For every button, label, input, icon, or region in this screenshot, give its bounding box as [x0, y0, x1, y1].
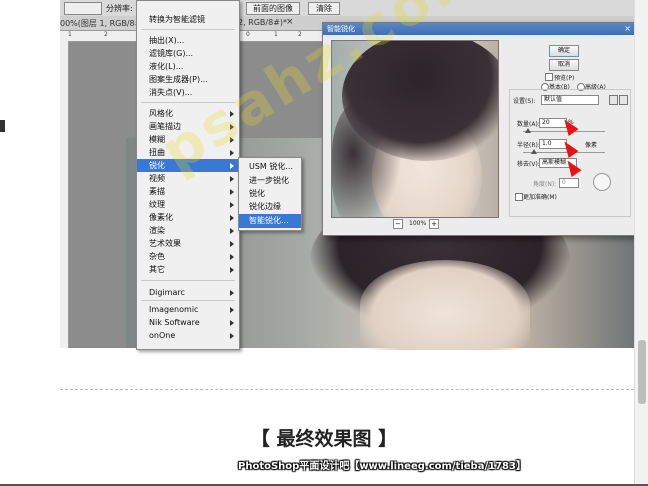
- submenu-item-usm-sharpen[interactable]: USM 锐化...: [239, 160, 301, 174]
- photo-face: [360, 260, 530, 350]
- radius-unit: 像素: [585, 142, 598, 149]
- menu-separator: [141, 300, 235, 301]
- submenu-item-sharpen[interactable]: 锐化: [239, 187, 301, 201]
- submenu-arrow-icon: [230, 228, 234, 234]
- submenu-arrow-icon: [230, 176, 234, 182]
- front-image-button[interactable]: 前面的图像: [246, 2, 300, 15]
- submenu-item-sharpen-more[interactable]: 进一步锐化: [239, 174, 301, 188]
- angle-input[interactable]: 0: [559, 178, 579, 188]
- preview-checkbox[interactable]: [545, 73, 553, 81]
- zoom-out-button[interactable]: −: [393, 219, 403, 229]
- menu-item-sketch[interactable]: 素描: [137, 185, 239, 198]
- close-tab-icon[interactable]: ×: [286, 17, 294, 27]
- amount-slider[interactable]: [523, 131, 605, 132]
- menu-item-texture[interactable]: 纹理: [137, 198, 239, 211]
- preview-label: 预览(P): [554, 75, 575, 82]
- radius-label: 半径(R):: [517, 142, 540, 149]
- menu-item-convert-smart[interactable]: 转换为智能滤镜: [137, 13, 239, 26]
- more-accurate-label: 更加准确(M): [523, 194, 557, 201]
- submenu-arrow-icon: [230, 202, 234, 208]
- ruler-tick: 1: [274, 31, 278, 38]
- tab-document-2[interactable]: 2, RGB/8#)*: [238, 18, 287, 27]
- dashed-divider: [60, 389, 634, 390]
- menu-item-noise[interactable]: 杂色: [137, 250, 239, 263]
- resolution-label: 分辨率:: [106, 4, 133, 13]
- menu-item-filter-gallery[interactable]: 滤镜库(G)...: [137, 47, 239, 60]
- cancel-button[interactable]: 取消: [549, 59, 579, 71]
- submenu-arrow-icon: [230, 215, 234, 221]
- menu-item-liquify[interactable]: 液化(L)...: [137, 60, 239, 73]
- menu-item-imagenomic[interactable]: Imagenomic: [137, 303, 239, 316]
- submenu-arrow-icon: [230, 163, 234, 169]
- amount-slider-knob[interactable]: [525, 128, 531, 133]
- remove-label: 移去(V):: [517, 161, 540, 168]
- more-accurate-checkbox[interactable]: [515, 193, 523, 201]
- submenu-arrow-icon: [230, 307, 234, 313]
- menu-item-onone[interactable]: onOne: [137, 329, 239, 342]
- menu-item-extract[interactable]: 抽出(X)...: [137, 34, 239, 47]
- zoom-level: 100%: [409, 220, 427, 227]
- submenu-item-smart-sharpen[interactable]: 智能锐化...: [239, 214, 301, 228]
- ok-button[interactable]: 确定: [549, 45, 579, 57]
- menu-item-nik-software[interactable]: Nik Software: [137, 316, 239, 329]
- ruler-tick: 1: [68, 31, 72, 38]
- resolution-field[interactable]: [64, 2, 102, 15]
- scrollbar-thumb[interactable]: [638, 340, 646, 404]
- preview-hair-side: [332, 101, 402, 217]
- submenu-arrow-icon: [230, 254, 234, 260]
- angle-dial[interactable]: [593, 173, 611, 191]
- site-watermark: PhotoShop平面设计吧【www.lineeg.com/tieba/1783…: [238, 461, 526, 472]
- menu-item-artistic[interactable]: 艺术效果: [137, 237, 239, 250]
- submenu-arrow-icon: [230, 241, 234, 247]
- sharpen-submenu: USM 锐化... 进一步锐化 锐化 锐化边缘 智能锐化...: [238, 157, 302, 231]
- submenu-arrow-icon: [230, 267, 234, 273]
- radius-slider-knob[interactable]: [531, 149, 537, 154]
- zoom-in-button[interactable]: +: [429, 219, 439, 229]
- submenu-arrow-icon: [230, 189, 234, 195]
- menu-separator: [141, 29, 235, 30]
- ruler-tick: 0: [246, 31, 250, 38]
- amount-label: 数量(A):: [517, 121, 540, 128]
- menu-item-pixelate[interactable]: 像素化: [137, 211, 239, 224]
- vertical-ruler: [60, 41, 69, 348]
- submenu-arrow-icon: [230, 333, 234, 339]
- section-heading: 【 最终效果图 】: [250, 428, 398, 450]
- menu-item-render[interactable]: 渲染: [137, 224, 239, 237]
- angle-label: 角度(N):: [533, 181, 557, 188]
- ruler-tick: 2: [104, 31, 108, 38]
- menu-item-other[interactable]: 其它: [137, 263, 239, 276]
- submenu-arrow-icon: [230, 320, 234, 326]
- close-icon[interactable]: ×: [624, 23, 631, 35]
- submenu-arrow-icon: [230, 290, 234, 296]
- menu-item-digimarc[interactable]: Digimarc: [137, 286, 239, 299]
- page-scrollbar[interactable]: [634, 0, 648, 486]
- menu-separator: [141, 280, 235, 281]
- submenu-item-sharpen-edges[interactable]: 锐化边缘: [239, 200, 301, 214]
- left-edge-marker: [0, 120, 5, 132]
